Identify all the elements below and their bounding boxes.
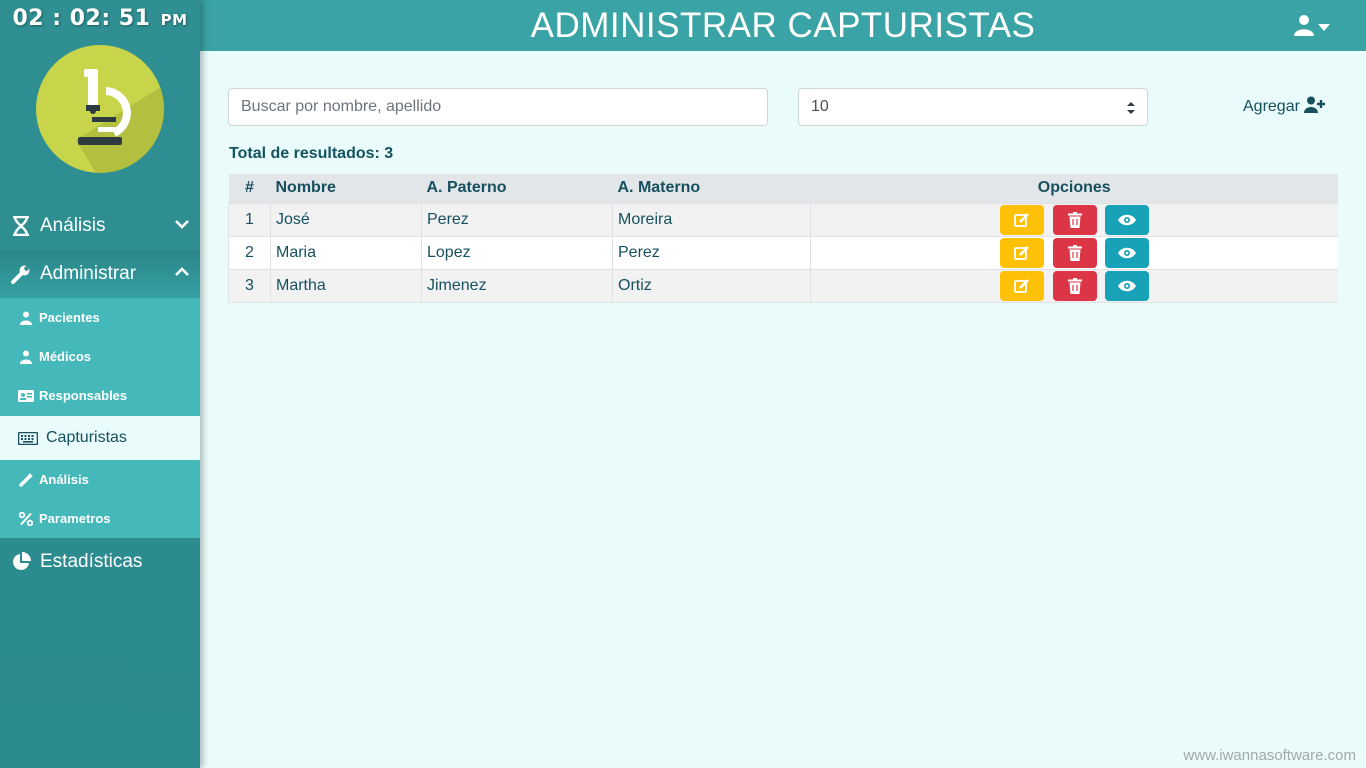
user-icon bbox=[1293, 14, 1315, 41]
chevron-up-icon bbox=[174, 264, 190, 280]
delete-button[interactable] bbox=[1052, 237, 1097, 268]
edit-button[interactable] bbox=[1000, 237, 1045, 268]
cell-paterno: Perez bbox=[421, 202, 613, 236]
syringe-icon bbox=[18, 472, 34, 488]
eye-icon bbox=[1117, 247, 1136, 258]
capturistas-table: # Nombre A. Paterno A. Materno Opciones … bbox=[228, 174, 1338, 303]
trash-icon bbox=[1067, 277, 1082, 294]
clock-time: 02 : 02: 51 bbox=[12, 6, 151, 31]
cell-materno: Moreira bbox=[612, 202, 811, 236]
edit-button[interactable] bbox=[1000, 204, 1045, 235]
cell-nombre: Martha bbox=[270, 268, 422, 303]
col-header-materno: A. Materno bbox=[612, 174, 811, 203]
cell-num: 2 bbox=[228, 235, 271, 269]
cell-nombre: José bbox=[270, 202, 422, 236]
user-menu[interactable] bbox=[1293, 14, 1330, 41]
caret-down-icon bbox=[1318, 19, 1330, 37]
chevron-down-icon bbox=[174, 216, 190, 232]
sidebar-item-label: Análisis bbox=[39, 472, 89, 487]
sidebar-item-label: Médicos bbox=[39, 349, 92, 364]
sidebar-item-label: Pacientes bbox=[39, 310, 100, 325]
cell-nombre: Maria bbox=[270, 235, 422, 269]
sidebar-item-parametros[interactable]: Parametros bbox=[0, 499, 200, 538]
edit-icon bbox=[1014, 279, 1029, 293]
cell-opciones bbox=[810, 268, 1338, 303]
nav-administrar-label: Administrar bbox=[40, 263, 137, 284]
sidebar-item-pacientes[interactable]: Pacientes bbox=[0, 298, 200, 337]
eye-icon bbox=[1117, 214, 1136, 225]
delete-button[interactable] bbox=[1052, 270, 1097, 301]
view-button[interactable] bbox=[1104, 204, 1149, 235]
edit-button[interactable] bbox=[1000, 270, 1045, 301]
sidebar-item-responsables[interactable]: Responsables bbox=[0, 376, 200, 415]
nav-analisis-label: Análisis bbox=[40, 215, 106, 236]
sidebar-item-capturistas[interactable]: Capturistas bbox=[0, 416, 200, 460]
top-header: ADMINISTRAR CAPTURISTAS bbox=[200, 0, 1366, 51]
page-title: ADMINISTRAR CAPTURISTAS bbox=[530, 6, 1036, 45]
nav-analisis[interactable]: Análisis bbox=[0, 202, 200, 250]
page-size-value: 10 bbox=[811, 98, 829, 115]
id-card-icon bbox=[18, 388, 34, 404]
footer-watermark: www.iwannasoftware.com bbox=[1183, 747, 1356, 764]
results-total: Total de resultados: 3 bbox=[229, 145, 394, 162]
table-row: 2 Maria Lopez Perez bbox=[228, 235, 1338, 269]
microscope-logo bbox=[36, 45, 164, 173]
cell-materno: Ortiz bbox=[612, 268, 811, 303]
wrench-icon bbox=[10, 263, 32, 285]
trash-icon bbox=[1067, 211, 1082, 228]
nav-estadisticas[interactable]: Estadísticas bbox=[0, 538, 200, 586]
trash-icon bbox=[1067, 244, 1082, 261]
edit-icon bbox=[1014, 213, 1029, 227]
sidebar-item-label: Responsables bbox=[39, 388, 128, 403]
table-row: 3 Martha Jimenez Ortiz bbox=[228, 268, 1338, 303]
cell-materno: Perez bbox=[612, 235, 811, 269]
search-input[interactable] bbox=[228, 88, 768, 126]
view-button[interactable] bbox=[1104, 237, 1149, 268]
col-header-paterno: A. Paterno bbox=[421, 174, 613, 203]
col-header-num: # bbox=[228, 174, 271, 203]
table-row: 1 José Perez Moreira bbox=[228, 202, 1338, 236]
sidebar-item-label: Parametros bbox=[39, 511, 111, 526]
edit-icon bbox=[1014, 246, 1029, 260]
admin-submenu: Pacientes Médicos Responsables Capturist… bbox=[0, 298, 200, 538]
cell-num: 1 bbox=[228, 202, 271, 236]
sidebar: 02 : 02: 51 PM Análisis Administrar Paci… bbox=[0, 0, 200, 768]
add-button[interactable]: Agregar bbox=[1243, 96, 1326, 118]
nav-estadisticas-label: Estadísticas bbox=[40, 551, 143, 572]
user-md-icon bbox=[18, 310, 34, 326]
cell-paterno: Lopez bbox=[421, 235, 613, 269]
table-header-row: # Nombre A. Paterno A. Materno Opciones bbox=[228, 174, 1338, 203]
sidebar-item-medicos[interactable]: Médicos bbox=[0, 337, 200, 376]
col-header-opciones: Opciones bbox=[810, 174, 1338, 203]
sidebar-item-label: Capturistas bbox=[46, 429, 127, 446]
user-md-icon bbox=[18, 349, 34, 365]
user-plus-icon bbox=[1300, 96, 1326, 118]
view-button[interactable] bbox=[1104, 270, 1149, 301]
dna-icon bbox=[10, 215, 32, 237]
delete-button[interactable] bbox=[1052, 204, 1097, 235]
eye-icon bbox=[1117, 280, 1136, 291]
cell-num: 3 bbox=[228, 268, 271, 303]
sort-arrows-icon bbox=[1127, 101, 1135, 115]
nav-administrar[interactable]: Administrar bbox=[0, 250, 200, 298]
clock-ampm: PM bbox=[160, 11, 188, 29]
pie-chart-icon bbox=[10, 551, 32, 573]
sidebar-item-analisis[interactable]: Análisis bbox=[0, 460, 200, 499]
keyboard-icon bbox=[18, 430, 38, 446]
add-button-label: Agregar bbox=[1243, 98, 1300, 115]
page-size-select[interactable]: 10 bbox=[798, 88, 1148, 126]
cell-opciones bbox=[810, 235, 1338, 269]
clock: 02 : 02: 51 PM bbox=[0, 6, 200, 31]
percent-icon bbox=[18, 511, 34, 527]
cell-paterno: Jimenez bbox=[421, 268, 613, 303]
col-header-nombre: Nombre bbox=[270, 174, 422, 203]
cell-opciones bbox=[810, 202, 1338, 236]
